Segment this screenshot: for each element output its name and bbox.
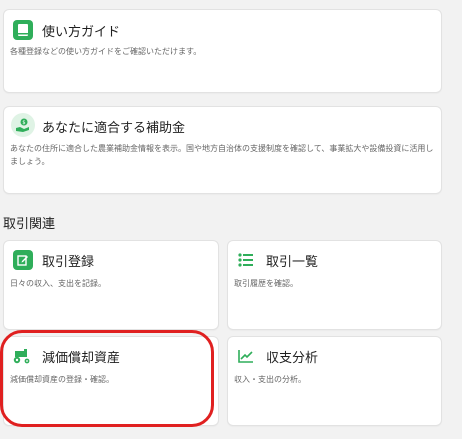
transaction-register-description: 日々の収入、支出を記録。 — [10, 279, 106, 288]
subsidy-card[interactable]: $ あなたに適合する補助金 あなたの住所に適合した農業補助金情報を表示。国や地方… — [3, 106, 442, 194]
edit-icon — [13, 250, 33, 270]
transaction-list-tile[interactable]: 取引一覧 取引履歴を確認。 — [227, 240, 442, 330]
transaction-register-tile[interactable]: 取引登録 日々の収入、支出を記録。 — [3, 240, 219, 330]
income-analysis-description: 収入・支出の分析。 — [234, 375, 306, 384]
line-chart-icon — [236, 346, 256, 366]
depreciation-assets-tile[interactable]: 減価償却資産 減価償却資産の登録・確認。 — [3, 336, 219, 426]
guide-card[interactable]: 使い方ガイド 各種登録などの使い方ガイドをご確認いただけます。 — [3, 9, 442, 93]
guide-title: 使い方ガイド — [42, 25, 121, 40]
list-icon — [236, 250, 256, 270]
subsidy-description: あなたの住所に適合した農業補助金情報を表示。国や地方自治体の支援制度を確認して、… — [10, 144, 434, 166]
tractor-icon — [12, 346, 32, 366]
depreciation-assets-description: 減価償却資産の登録・確認。 — [10, 375, 114, 384]
guide-description: 各種登録などの使い方ガイドをご確認いただけます。 — [10, 47, 202, 56]
section-heading: 取引関連 — [3, 217, 56, 232]
transaction-register-title: 取引登録 — [42, 255, 95, 270]
svg-text:$: $ — [22, 120, 25, 126]
income-analysis-title: 収支分析 — [266, 351, 319, 366]
transaction-list-title: 取引一覧 — [266, 255, 319, 270]
subsidy-title: あなたに適合する補助金 — [42, 121, 186, 136]
income-analysis-tile[interactable]: 収支分析 収入・支出の分析。 — [227, 336, 442, 426]
transaction-list-description: 取引履歴を確認。 — [234, 279, 298, 288]
hand-coin-icon: $ — [11, 113, 35, 137]
book-icon — [13, 20, 33, 40]
depreciation-assets-title: 減価償却資産 — [42, 351, 121, 366]
